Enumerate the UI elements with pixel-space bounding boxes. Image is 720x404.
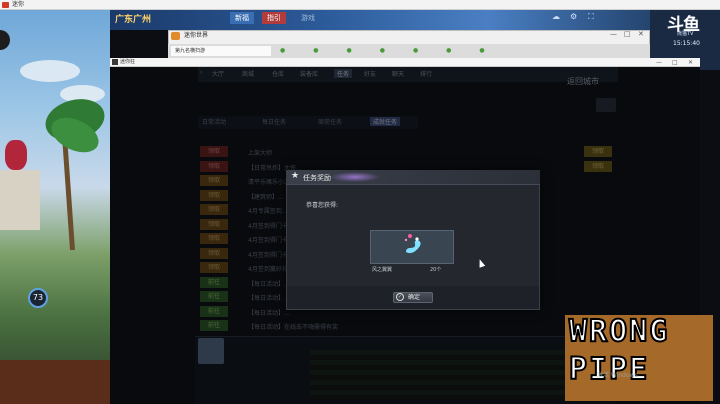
dialog-message: 恭喜您获得: [306, 202, 339, 209]
building [0, 170, 40, 230]
close-button[interactable]: ✕ [638, 30, 644, 38]
app-icon [171, 32, 180, 40]
check-icon: ✓ [396, 293, 404, 301]
top-game-banner [110, 10, 650, 30]
minimize-button[interactable]: — [610, 30, 617, 38]
tab-game[interactable]: 游戏 [296, 12, 320, 24]
maximize-button[interactable]: □ [624, 30, 631, 38]
close-button[interactable]: ✕ [688, 58, 693, 67]
tab-guide[interactable]: 指引 [262, 12, 286, 24]
game-app-icon [112, 59, 118, 65]
player-level-badge: 73 [28, 288, 48, 308]
toolbar-icons: ●●●●●●● [280, 47, 513, 54]
cloud-icon[interactable]: ☁ [552, 12, 560, 21]
clock: 15:15:40 [673, 40, 700, 47]
reward-name: 风之翼翼 [372, 267, 393, 273]
reward-quantity: 20个 [430, 267, 442, 273]
outer-window-title: 迷你 [12, 1, 25, 8]
maximize-button[interactable]: □ [672, 58, 678, 67]
screen: 迷你 73 广东广州 新福 指引 游戏 ☁ ⚙ ⛶ 斗鱼 熊猫TV 15:15:… [0, 0, 720, 404]
tab-new[interactable]: 新福 [230, 12, 254, 24]
app-icon [2, 2, 9, 8]
dialog-title: 任务奖励 [303, 174, 331, 182]
carpet [0, 360, 110, 404]
outer-titlebar [0, 0, 720, 10]
cloud [20, 60, 80, 82]
logo-text-line1: WRONG [568, 313, 670, 350]
game-titlebar [110, 58, 700, 67]
fullscreen-icon[interactable]: ⛶ [588, 12, 594, 22]
gear-icon[interactable]: ⚙ [570, 12, 577, 21]
star-icon: ★ [291, 171, 300, 181]
wind-wing-icon [404, 234, 421, 254]
windows-watermark: 激活 Windows [597, 372, 638, 379]
header-glow [330, 172, 380, 182]
city-label: 广东广州 [115, 15, 152, 25]
minimize-button[interactable]: — [656, 58, 662, 67]
game-window-title: 迷你狂 [120, 59, 136, 65]
stream-sub: 熊猫TV [677, 31, 694, 37]
flower-bush [5, 140, 27, 170]
mini-window-title: 迷你世界 [184, 32, 209, 39]
mini-browser-tab[interactable]: 第九名横扫游 [171, 46, 271, 56]
